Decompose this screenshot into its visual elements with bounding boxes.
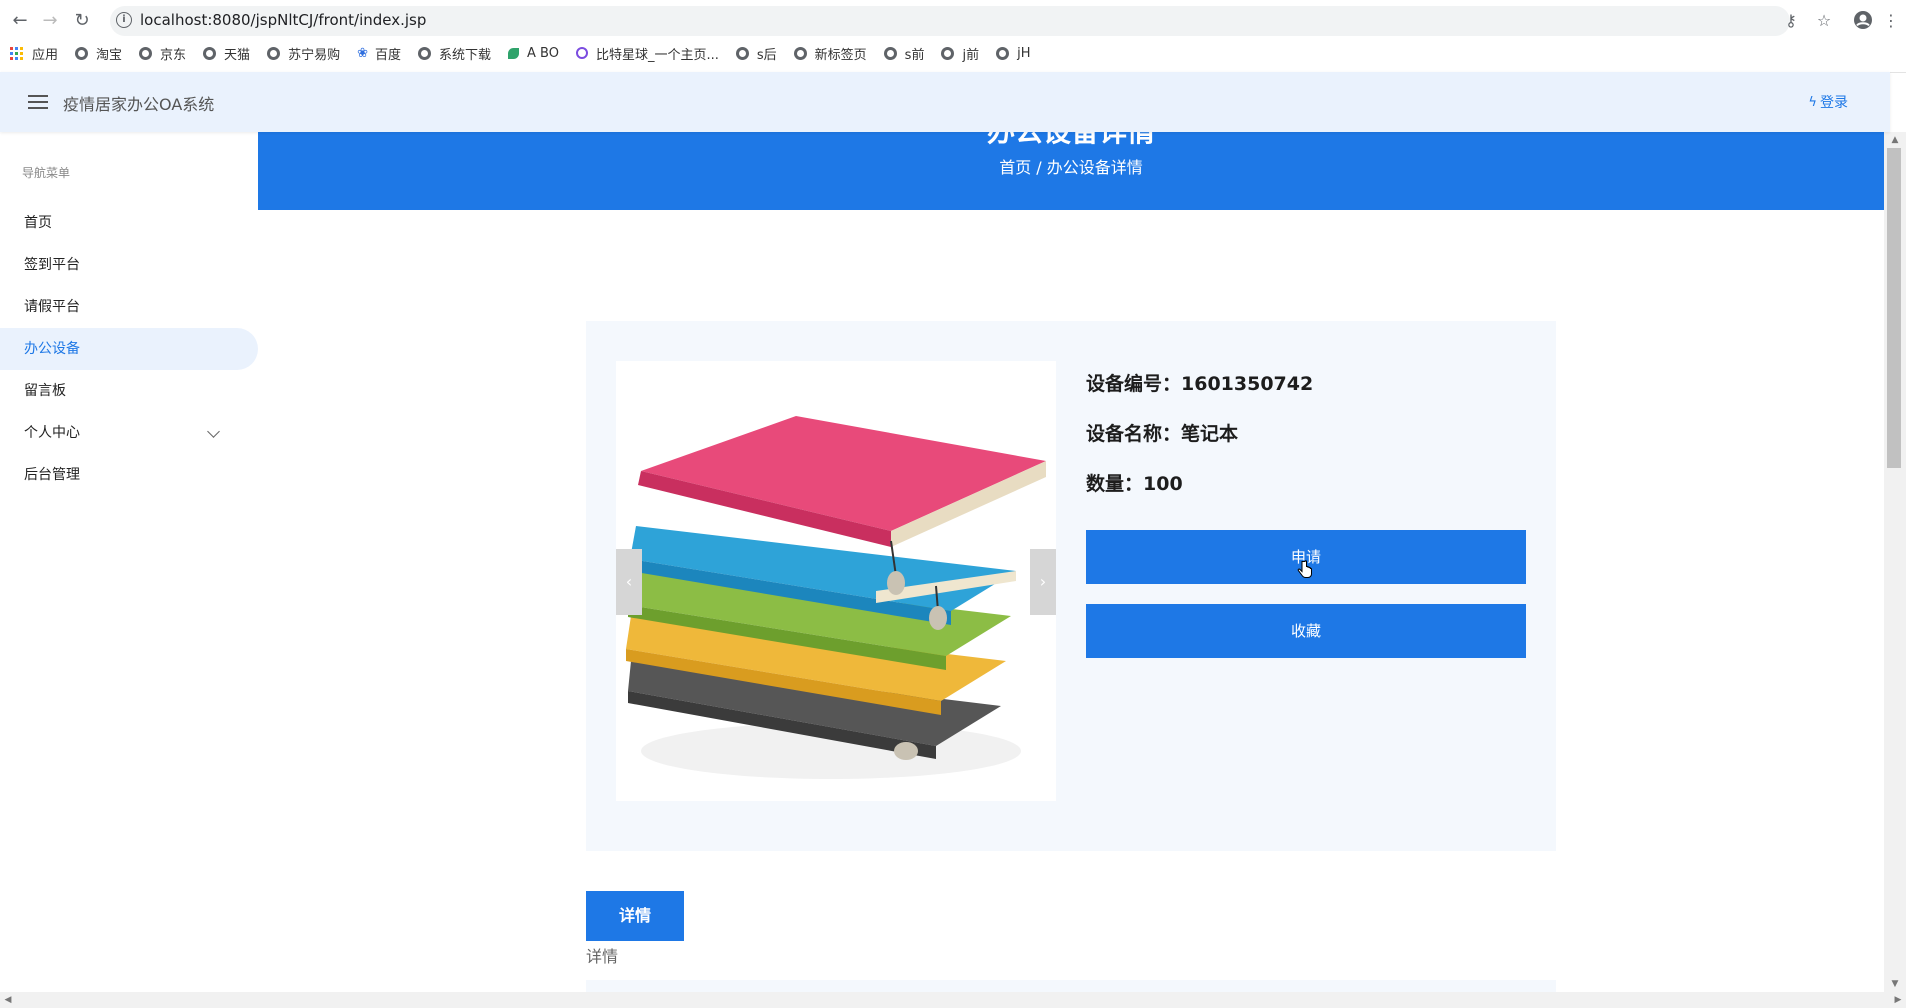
login-link[interactable]: ϟ 登录 xyxy=(1808,92,1848,112)
info-icon[interactable]: i xyxy=(116,12,132,28)
content-panel xyxy=(586,980,1556,992)
chevron-down-icon xyxy=(207,425,220,438)
hand-cursor-icon xyxy=(1297,560,1313,580)
sidebar-item-message-board[interactable]: 留言板 xyxy=(0,370,258,412)
login-label: 登录 xyxy=(1820,95,1848,111)
tab-details[interactable]: 详情 xyxy=(586,891,684,941)
carousel-next-button[interactable]: › xyxy=(1030,549,1056,615)
browser-chrome: ← → ↻ i localhost:8080/jspNltCJ/front/in… xyxy=(0,0,1906,73)
sidebar-item-leave[interactable]: 请假平台 xyxy=(0,286,258,328)
star-icon[interactable]: ☆ xyxy=(1813,10,1835,32)
globe-icon xyxy=(735,46,749,60)
scroll-up-arrow-icon[interactable]: ▲ xyxy=(1884,132,1906,148)
bookmark-label: j前 xyxy=(962,47,980,63)
image-carousel: ‹ › xyxy=(616,361,1056,801)
planet-icon xyxy=(575,47,588,59)
url-text[interactable]: localhost:8080/jspNltCJ/front/index.jsp xyxy=(140,11,426,29)
bookmark-tmall[interactable]: 天猫 xyxy=(203,44,250,63)
bookmark-baidu[interactable]: ❀ 百度 xyxy=(357,44,401,63)
bookmark-label: 系统下载 xyxy=(439,47,492,63)
bookmark-taobao[interactable]: 淘宝 xyxy=(75,44,122,63)
bookmark-label: 京东 xyxy=(160,47,187,63)
bookmark-j-front[interactable]: j前 xyxy=(941,44,979,63)
app-title: 疫情居家办公OA系统 xyxy=(63,95,215,114)
bookmark-label: A BO xyxy=(527,45,559,61)
bookmark-label: jH xyxy=(1017,45,1031,61)
bookmark-label: s后 xyxy=(756,47,777,63)
sidebar-item-personal-center[interactable]: 个人中心 xyxy=(0,412,258,454)
globe-icon xyxy=(139,46,153,60)
key-icon[interactable]: ⚷ xyxy=(1780,10,1802,32)
carousel-prev-button[interactable]: ‹ xyxy=(616,549,642,615)
scroll-right-arrow-icon[interactable]: ▶ xyxy=(1890,992,1906,1008)
leaf-icon xyxy=(508,47,520,59)
kebab-menu-icon[interactable]: ⋮ xyxy=(1880,10,1902,32)
apps-grid-icon xyxy=(10,46,23,60)
equipment-quantity: 数量：100 xyxy=(1086,473,1183,495)
globe-icon xyxy=(418,46,431,60)
bookmark-s-back[interactable]: s后 xyxy=(735,44,777,63)
hamburger-menu-icon[interactable] xyxy=(28,95,48,109)
sidebar: 导航菜单 首页 签到平台 请假平台 办公设备 留言板 个人中心 后台管理 xyxy=(0,132,258,992)
horizontal-scrollbar[interactable]: ◀ ▶ xyxy=(0,992,1906,1008)
profile-icon[interactable] xyxy=(1852,10,1874,32)
vertical-scrollbar[interactable]: ▲ ▼ xyxy=(1884,132,1906,992)
sidebar-item-home[interactable]: 首页 xyxy=(0,202,258,244)
bookmark-label: 新标签页 xyxy=(814,47,867,63)
bookmark-system-download[interactable]: 系统下载 xyxy=(418,44,491,63)
bookmark-label: 百度 xyxy=(374,47,401,63)
sidebar-item-checkin[interactable]: 签到平台 xyxy=(0,244,258,286)
bookmarks-bar: 应用 淘宝 京东 天猫 苏宁易购 ❀ 百度 系统下载 A BO 比特星球_一个主页… xyxy=(10,42,1047,64)
app-header: 疫情居家办公OA系统 ϟ 登录 xyxy=(0,72,1890,132)
globe-icon xyxy=(75,46,89,60)
reload-icon[interactable]: ↻ xyxy=(70,9,94,33)
sidebar-caption: 导航菜单 xyxy=(22,166,71,180)
bookmark-s-front[interactable]: s前 xyxy=(883,44,925,63)
globe-icon xyxy=(203,46,217,60)
bookmark-bitplanet[interactable]: 比特星球_一个主页... xyxy=(575,44,719,63)
bookmark-abo[interactable]: A BO xyxy=(508,46,559,61)
equipment-code: 设备编号：1601350742 xyxy=(1086,373,1314,395)
breadcrumb: 首页 / 办公设备详情 xyxy=(999,158,1143,177)
forward-arrow-icon[interactable]: → xyxy=(38,9,62,33)
sidebar-item-office-equipment[interactable]: 办公设备 xyxy=(0,328,258,370)
globe-icon xyxy=(793,46,807,60)
bookmark-new-tab[interactable]: 新标签页 xyxy=(793,44,867,63)
globe-icon xyxy=(267,46,281,60)
vertical-scroll-thumb[interactable] xyxy=(1887,148,1901,468)
bookmark-label: 应用 xyxy=(32,47,59,63)
scroll-left-arrow-icon[interactable]: ◀ xyxy=(0,992,16,1008)
bookmark-suning[interactable]: 苏宁易购 xyxy=(267,44,340,63)
sidebar-item-label: 办公设备 xyxy=(24,341,80,357)
globe-icon xyxy=(996,46,1010,60)
equipment-detail-card: ‹ › 设备编号：1601350742 设备名称：笔记本 数量：100 申请 收… xyxy=(586,321,1556,851)
bookmark-label: s前 xyxy=(904,47,925,63)
sidebar-item-admin[interactable]: 后台管理 xyxy=(0,454,258,496)
equipment-name: 设备名称：笔记本 xyxy=(1086,423,1239,445)
bookmark-apps[interactable]: 应用 xyxy=(10,44,58,63)
bookmark-jd[interactable]: 京东 xyxy=(139,44,186,63)
sidebar-item-label: 首页 xyxy=(24,215,52,231)
sidebar-item-label: 请假平台 xyxy=(24,299,80,315)
bookmark-label: 苏宁易购 xyxy=(288,47,341,63)
page-banner: 办公设备详情 首页 / 办公设备详情 xyxy=(258,132,1884,210)
page-title: 办公设备详情 xyxy=(258,132,1884,150)
baidu-paw-icon: ❀ xyxy=(357,45,368,61)
favorite-button[interactable]: 收藏 xyxy=(1086,604,1526,658)
bookmark-jh[interactable]: jH xyxy=(996,46,1030,61)
sidebar-item-label: 后台管理 xyxy=(24,467,80,483)
tab-content-text: 详情 xyxy=(586,947,619,966)
bookmark-label: 比特星球_一个主页... xyxy=(595,47,719,63)
scroll-down-arrow-icon[interactable]: ▼ xyxy=(1884,976,1906,992)
sidebar-item-label: 留言板 xyxy=(24,383,66,399)
lightning-icon: ϟ xyxy=(1808,94,1817,110)
sidebar-item-label: 签到平台 xyxy=(24,257,80,273)
globe-icon xyxy=(883,46,897,60)
globe-icon xyxy=(941,46,955,60)
bookmark-label: 淘宝 xyxy=(96,47,123,63)
sidebar-item-label: 个人中心 xyxy=(24,425,80,441)
bookmark-label: 天猫 xyxy=(224,47,251,63)
back-arrow-icon[interactable]: ← xyxy=(8,9,32,33)
notebook-stack-image xyxy=(626,416,1046,779)
